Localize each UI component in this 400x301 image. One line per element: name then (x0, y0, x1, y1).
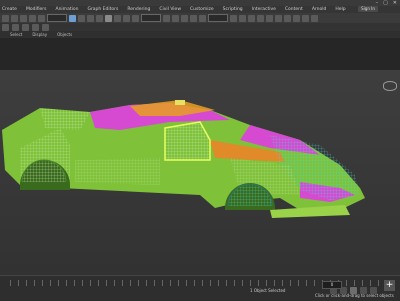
ribbon-toolbar (0, 23, 400, 31)
go-to-end-icon[interactable] (370, 287, 377, 294)
sign-in-button[interactable]: Sign In (358, 6, 378, 12)
menu-rendering[interactable]: Rendering (127, 7, 150, 12)
ribbon-icon-2[interactable] (12, 23, 19, 31)
tab-objects[interactable]: Objects (57, 32, 72, 37)
menu-scripting[interactable]: Scripting (223, 7, 243, 12)
angle-snap-icon[interactable] (181, 14, 188, 22)
spinner-snap-icon[interactable] (199, 14, 206, 22)
menu-animation[interactable]: Animation (56, 7, 79, 12)
graphite-icon[interactable] (257, 14, 264, 22)
menu-interactive[interactable]: Interactive (252, 7, 276, 12)
viewport-header-area (0, 38, 400, 70)
window-crossing-icon[interactable] (96, 14, 103, 22)
viewcube-icon[interactable] (383, 81, 397, 91)
tab-select[interactable]: Select (10, 32, 22, 37)
percent-snap-icon[interactable] (190, 14, 197, 22)
menu-customize[interactable]: Customize (190, 7, 214, 12)
scene-explorer-tabs: Select Display Objects (0, 31, 400, 38)
material-editor-icon[interactable] (284, 14, 291, 22)
scale-icon[interactable] (123, 14, 130, 22)
menu-civil-view[interactable]: Civil View (159, 7, 181, 12)
ribbon-icon-3[interactable] (22, 23, 29, 31)
named-selection-dropdown[interactable] (208, 14, 228, 22)
layer-icon[interactable] (248, 14, 255, 22)
menu-bar: Create Modifiers Animation Graph Editors… (0, 6, 400, 13)
current-frame-field[interactable]: 0 (322, 281, 342, 289)
select-object-icon[interactable] (69, 14, 76, 22)
align-icon[interactable] (239, 14, 246, 22)
render-icon[interactable] (311, 14, 318, 22)
undo-icon[interactable] (2, 14, 9, 22)
main-toolbar (0, 13, 400, 23)
bind-icon[interactable] (38, 14, 45, 22)
rotate-icon[interactable] (114, 14, 121, 22)
menu-help[interactable]: Help (335, 7, 345, 12)
perspective-viewport[interactable] (0, 70, 400, 275)
place-icon[interactable] (132, 14, 139, 22)
render-setup-icon[interactable] (293, 14, 300, 22)
menu-graph-editors[interactable]: Graph Editors (87, 7, 118, 12)
play-icon[interactable] (350, 287, 357, 294)
unlink-icon[interactable] (29, 14, 36, 22)
menu-modifiers[interactable]: Modifiers (26, 7, 47, 12)
render-frame-icon[interactable] (302, 14, 309, 22)
selection-filter-dropdown[interactable] (47, 14, 67, 22)
link-icon[interactable] (20, 14, 27, 22)
reference-coordinate-dropdown[interactable] (141, 14, 161, 22)
region-select-icon[interactable] (87, 14, 94, 22)
select-by-name-icon[interactable] (78, 14, 85, 22)
menu-content[interactable]: Content (285, 7, 303, 12)
move-icon[interactable] (105, 14, 112, 22)
ribbon-icon-5[interactable] (42, 23, 49, 31)
status-selection-text: 1 Object Selected (250, 288, 286, 293)
zoom-plus-button[interactable]: + (384, 280, 395, 291)
mirror-icon[interactable] (230, 14, 237, 22)
next-frame-icon[interactable] (360, 287, 367, 294)
redo-icon[interactable] (11, 14, 18, 22)
tab-display[interactable]: Display (32, 32, 47, 37)
curve-editor-icon[interactable] (266, 14, 273, 22)
menu-arnold[interactable]: Arnold (312, 7, 327, 12)
menu-create[interactable]: Create (2, 7, 17, 12)
snap-icon[interactable] (172, 14, 179, 22)
car-model-wireframe[interactable] (0, 70, 400, 275)
pivot-icon[interactable] (163, 14, 170, 22)
schematic-icon[interactable] (275, 14, 282, 22)
ribbon-icon-4[interactable] (32, 23, 39, 31)
ribbon-icon-1[interactable] (2, 23, 9, 31)
